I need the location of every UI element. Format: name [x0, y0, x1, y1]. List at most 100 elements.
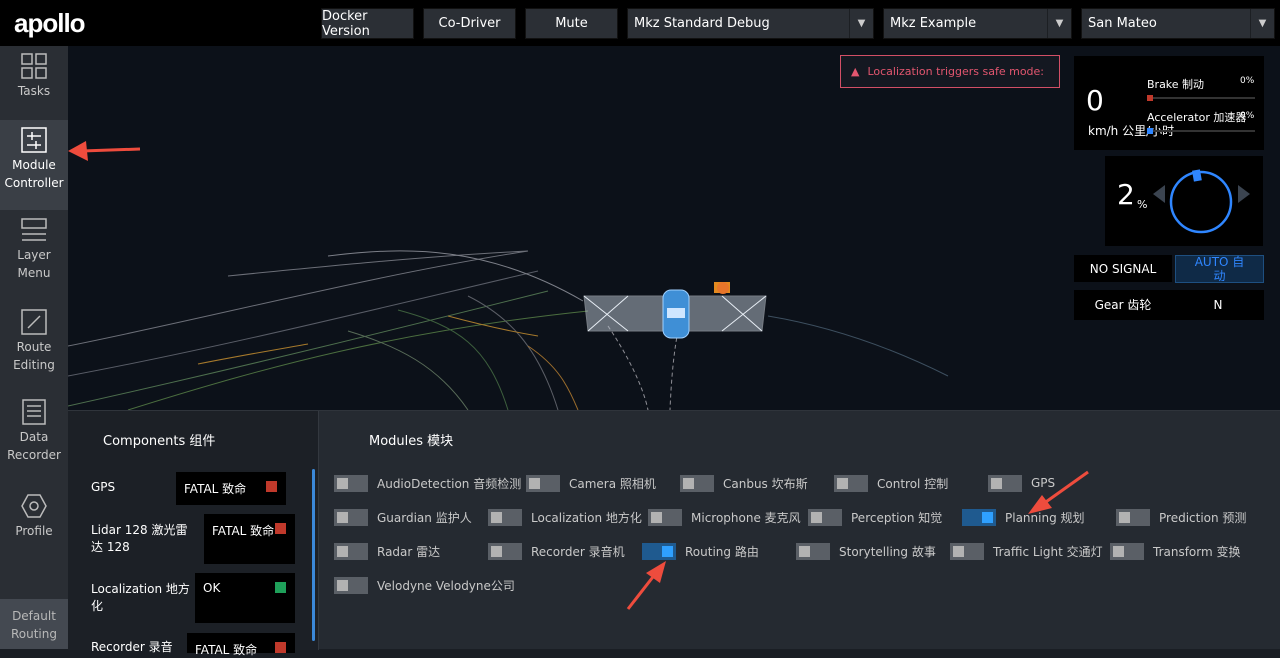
- map-select-value: San Mateo: [1088, 16, 1157, 31]
- mode-select[interactable]: Mkz Standard Debug ▼: [627, 8, 874, 39]
- status-indicator-icon: [275, 642, 286, 653]
- module-toggle-row[interactable]: GPS: [988, 474, 1055, 492]
- toggle-knob: [837, 477, 848, 489]
- sidebar-item-label: Layer Menu: [17, 248, 51, 280]
- signal-status: NO SIGNAL: [1074, 255, 1172, 282]
- module-toggle-row[interactable]: Localization 地方化: [488, 508, 642, 526]
- components-scrollbar[interactable]: [312, 469, 315, 641]
- safe-mode-alert: ▲ Localization triggers safe mode:: [840, 55, 1060, 88]
- vehicle: [583, 282, 767, 339]
- top-bar: apollo Docker Version Co-Driver Mute Mkz…: [0, 0, 1280, 46]
- sidebar-item-module-controller[interactable]: Module Controller: [0, 120, 68, 210]
- sidebar-item-route-editing[interactable]: Route Editing: [0, 308, 68, 392]
- module-toggle-switch[interactable]: [962, 508, 996, 526]
- map-select[interactable]: San Mateo ▼: [1081, 8, 1275, 39]
- brake-indicator: [1147, 95, 1153, 101]
- module-toggle-row[interactable]: Control 控制: [834, 474, 948, 492]
- module-toggle-row[interactable]: Camera 照相机: [526, 474, 656, 492]
- sidebar-item-layer-menu[interactable]: Layer Menu: [0, 216, 68, 300]
- module-toggle-row[interactable]: Perception 知觉: [808, 508, 942, 526]
- module-label: Control 控制: [877, 476, 949, 491]
- module-toggle-switch[interactable]: [334, 508, 368, 526]
- sidebar-item-label: Module Controller: [4, 158, 64, 190]
- default-routing-label: Default Routing: [10, 609, 57, 641]
- accelerator-indicator: [1147, 128, 1153, 134]
- status-panel: NO SIGNAL AUTO 自动 Gear 齿轮 N: [1074, 255, 1264, 320]
- sidebar-item-data-recorder[interactable]: Data Recorder: [0, 398, 68, 482]
- module-toggle-switch[interactable]: [526, 474, 560, 492]
- toggle-knob: [491, 511, 502, 523]
- apollo-logo: apollo: [14, 8, 86, 38]
- module-toggle-row[interactable]: Microphone 麦克风: [648, 508, 801, 526]
- annotation-arrow-left: [68, 141, 141, 161]
- gear-label: Gear 齿轮: [1074, 290, 1172, 320]
- module-toggle-row[interactable]: Storytelling 故事: [796, 542, 936, 560]
- sidebar-item-profile[interactable]: Profile: [0, 492, 68, 542]
- gear-value: N: [1172, 290, 1264, 320]
- module-toggle-switch[interactable]: [334, 576, 368, 594]
- accelerator-pct: 0%: [1240, 111, 1255, 121]
- toggle-knob: [799, 545, 810, 557]
- module-toggle-switch[interactable]: [334, 542, 368, 560]
- mute-button[interactable]: Mute: [525, 8, 618, 39]
- sidebar-item-label: Profile: [15, 524, 53, 538]
- module-toggle-row[interactable]: Transform 变换: [1110, 542, 1241, 560]
- steering-wheel-icon: [1153, 169, 1250, 234]
- component-status-text: OK: [203, 581, 221, 595]
- brake-pct: 0%: [1240, 76, 1255, 86]
- module-toggle-row[interactable]: Velodyne Velodyne公司: [334, 576, 515, 594]
- sidebar-item-tasks[interactable]: Tasks: [0, 52, 68, 118]
- module-toggle-switch[interactable]: [648, 508, 682, 526]
- docker-version-button[interactable]: Docker Version: [321, 8, 414, 39]
- alert-text: Localization triggers safe mode:: [867, 65, 1045, 78]
- mode-select-value: Mkz Standard Debug: [634, 16, 770, 31]
- module-toggle-row[interactable]: Radar 雷达: [334, 542, 440, 560]
- speed-value: 0: [1086, 84, 1104, 117]
- module-toggle-row[interactable]: Guardian 监护人: [334, 508, 472, 526]
- module-toggle-switch[interactable]: [796, 542, 830, 560]
- module-label: Microphone 麦克风: [691, 510, 801, 525]
- module-toggle-row[interactable]: Planning 规划: [962, 508, 1085, 526]
- toggle-knob: [651, 511, 662, 523]
- component-status: FATAL 致命: [187, 633, 295, 657]
- component-status: FATAL 致命: [204, 514, 295, 564]
- speed-panel: 0 km/h 公里/小时 Brake 制动 0% Accelerator 加速器…: [1074, 56, 1264, 150]
- module-toggle-row[interactable]: Traffic Light 交通灯: [950, 542, 1103, 560]
- sliders-icon: [21, 127, 47, 153]
- toggle-knob: [953, 545, 964, 557]
- toggle-knob: [337, 511, 348, 523]
- default-routing-button[interactable]: Default Routing: [0, 599, 68, 649]
- module-toggle-switch[interactable]: [1116, 508, 1150, 526]
- module-label: Localization 地方化: [531, 510, 642, 525]
- toggle-knob: [1119, 511, 1130, 523]
- toggle-knob: [491, 545, 502, 557]
- module-toggle-switch[interactable]: [488, 508, 522, 526]
- module-toggle-switch[interactable]: [642, 542, 676, 560]
- status-indicator-icon: [275, 582, 286, 593]
- module-toggle-row[interactable]: Canbus 坎布斯: [680, 474, 808, 492]
- co-driver-button[interactable]: Co-Driver: [423, 8, 516, 39]
- module-toggle-row[interactable]: Routing 路由: [642, 542, 759, 560]
- component-status-text: FATAL 致命: [212, 524, 275, 538]
- component-status-text: FATAL 致命: [195, 643, 258, 657]
- scene-view[interactable]: ▲ Localization triggers safe mode: 0 km/…: [68, 46, 1280, 410]
- module-toggle-switch[interactable]: [834, 474, 868, 492]
- module-label: Radar 雷达: [377, 544, 441, 559]
- modules-title: Modules 模块: [369, 434, 454, 449]
- module-toggle-row[interactable]: Recorder 录音机: [488, 542, 625, 560]
- chevron-down-icon: ▼: [849, 9, 873, 38]
- toggle-knob: [982, 511, 993, 523]
- module-toggle-switch[interactable]: [808, 508, 842, 526]
- module-toggle-switch[interactable]: [988, 474, 1022, 492]
- module-toggle-switch[interactable]: [680, 474, 714, 492]
- vehicle-select[interactable]: Mkz Example ▼: [883, 8, 1072, 39]
- toggle-knob: [337, 477, 348, 489]
- chevron-down-icon: ▼: [1250, 9, 1274, 38]
- module-toggle-switch[interactable]: [334, 474, 368, 492]
- module-toggle-switch[interactable]: [1110, 542, 1144, 560]
- module-toggle-row[interactable]: Prediction 预测: [1116, 508, 1246, 526]
- module-toggle-switch[interactable]: [488, 542, 522, 560]
- module-toggle-row[interactable]: AudioDetection 音频检测: [334, 474, 521, 492]
- module-toggle-switch[interactable]: [950, 542, 984, 560]
- steering-panel: 2 %: [1105, 156, 1263, 246]
